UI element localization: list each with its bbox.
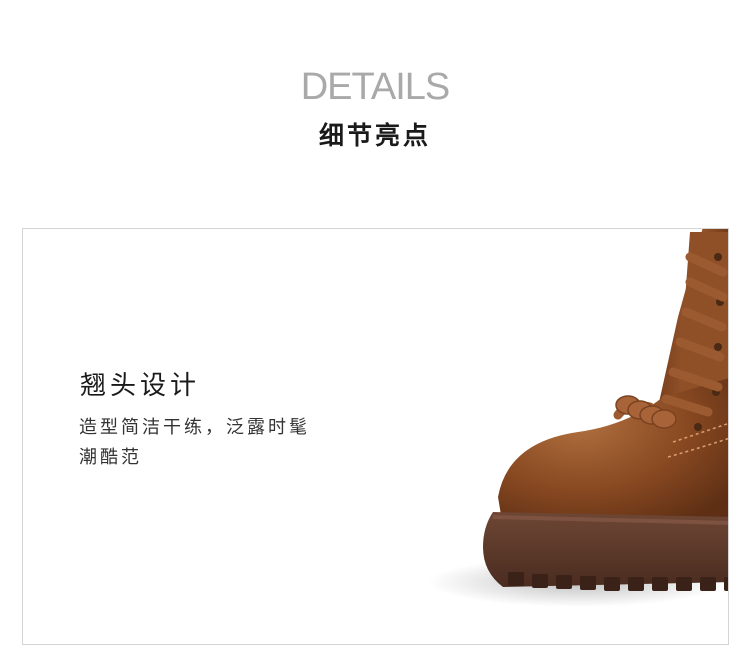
eyelet: [714, 253, 722, 261]
page-title-en: DETAILS: [300, 66, 451, 108]
detail-panel: 翘头设计 造型简洁干练，泛露时髦 潮酷范: [22, 228, 729, 645]
feature-title: 翘头设计: [80, 371, 201, 401]
boot-toe: [498, 378, 728, 527]
feature-description: 造型简洁干练，泛露时髦 潮酷范: [79, 417, 310, 468]
eyelet: [714, 343, 722, 351]
eyelet: [694, 423, 702, 431]
page-title-cn: 细节亮点: [318, 121, 431, 150]
boot-image: [428, 229, 728, 607]
